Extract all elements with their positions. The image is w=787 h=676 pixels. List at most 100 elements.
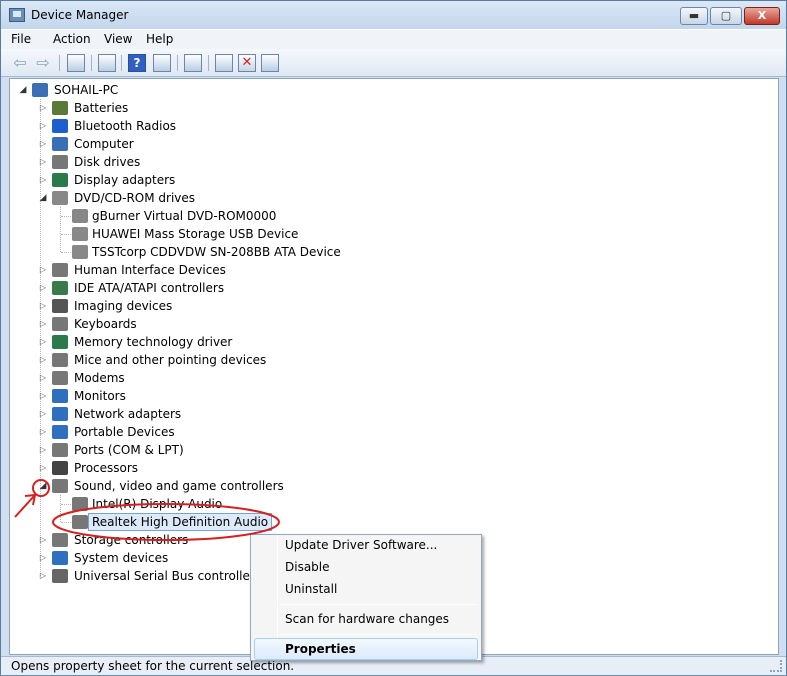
tree-category-label: Ports (COM & LPT) [74, 443, 184, 457]
port-icon [52, 443, 68, 457]
tree-connector [61, 216, 71, 217]
show-hidden-icon[interactable] [153, 54, 171, 72]
expand-toggle-icon[interactable]: ▷ [38, 531, 48, 549]
tree-device[interactable]: gBurner Virtual DVD-ROM0000 [10, 207, 770, 225]
tree-device[interactable]: Intel(R) Display Audio [10, 495, 770, 513]
expand-toggle-icon[interactable]: ▷ [38, 459, 48, 477]
title-bar[interactable]: Device Manager ▬ ▢ X [1, 1, 786, 29]
dvd-drive-icon [72, 209, 88, 223]
tree-category[interactable]: ▷ Computer [10, 135, 770, 153]
tree-category[interactable]: ▷ Mice and other pointing devices [10, 351, 770, 369]
back-arrow-icon[interactable]: ⇦ [11, 54, 29, 72]
tree-root[interactable]: ◢ SOHAIL-PC [10, 81, 770, 99]
expand-toggle-icon[interactable]: ▷ [38, 117, 48, 135]
expand-toggle-icon[interactable]: ▷ [38, 297, 48, 315]
minimize-button[interactable]: ▬ [680, 7, 708, 25]
menu-item-uninstall[interactable]: Uninstall [285, 582, 337, 596]
tree-category-label: Universal Serial Bus controllers [74, 569, 262, 583]
expand-toggle-icon[interactable]: ▷ [38, 99, 48, 117]
menu-item-scan-hardware[interactable]: Scan for hardware changes [285, 612, 449, 626]
tree-category-label: Memory technology driver [74, 335, 233, 349]
tree-category[interactable]: ▷ Modems [10, 369, 770, 387]
close-button[interactable]: X [744, 7, 780, 25]
expand-toggle-icon[interactable]: ▷ [38, 351, 48, 369]
tree-category[interactable]: ▷ Disk drives [10, 153, 770, 171]
tree-device-selected[interactable]: Realtek High Definition Audio [10, 513, 770, 531]
tree-category-label: Disk drives [74, 155, 141, 169]
tree-category-label: Display adapters [74, 173, 176, 187]
resize-grip[interactable] [770, 660, 782, 672]
menu-bar: File Action View Help [1, 29, 786, 49]
tree-category[interactable]: ▷ Monitors [10, 387, 770, 405]
expand-toggle-icon[interactable]: ▷ [38, 405, 48, 423]
tree-root-label: SOHAIL-PC [54, 83, 119, 97]
tree-category[interactable]: ▷ Batteries [10, 99, 770, 117]
system-device-icon [52, 551, 68, 565]
menu-item-update-driver[interactable]: Update Driver Software... [285, 538, 437, 552]
tree-category[interactable]: ▷ IDE ATA/ATAPI controllers [10, 279, 770, 297]
status-text: Opens property sheet for the current sel… [11, 659, 295, 673]
expand-toggle-icon[interactable]: ▷ [38, 261, 48, 279]
tree-category-label: Bluetooth Radios [74, 119, 177, 133]
maximize-button[interactable]: ▢ [710, 7, 742, 25]
expand-toggle-icon[interactable]: ▷ [38, 279, 48, 297]
menu-item-disable[interactable]: Disable [285, 560, 330, 574]
expand-toggle-icon[interactable]: ▷ [38, 549, 48, 567]
ide-controller-icon [52, 281, 68, 295]
expand-toggle-icon[interactable]: ▷ [38, 441, 48, 459]
tree-category[interactable]: ▷ Portable Devices [10, 423, 770, 441]
tree-device[interactable]: TSSTcorp CDDVDW SN-208BB ATA Device [10, 243, 770, 261]
expand-toggle-icon[interactable]: ▷ [38, 369, 48, 387]
tree-category[interactable]: ▷ Keyboards [10, 315, 770, 333]
tree-category[interactable]: ▷ Ports (COM & LPT) [10, 441, 770, 459]
expand-toggle-icon[interactable]: ▷ [38, 333, 48, 351]
help-icon[interactable]: ? [128, 54, 146, 72]
display-adapter-icon [52, 173, 68, 187]
collapse-toggle-icon[interactable]: ◢ [38, 477, 48, 495]
menu-help[interactable]: Help [146, 32, 173, 46]
tree-category[interactable]: ▷ Memory technology driver [10, 333, 770, 351]
tree-category-label: Processors [74, 461, 139, 475]
tree-category[interactable]: ▷ Bluetooth Radios [10, 117, 770, 135]
menu-action[interactable]: Action [53, 32, 91, 46]
tree-category[interactable]: ▷ Display adapters [10, 171, 770, 189]
menu-view[interactable]: View [104, 32, 132, 46]
show-hide-console-tree-icon[interactable] [67, 54, 85, 72]
tree-category[interactable]: ▷ Imaging devices [10, 297, 770, 315]
tree-category-label: DVD/CD-ROM drives [74, 191, 196, 205]
expand-toggle-icon[interactable]: ▷ [38, 315, 48, 333]
hid-icon [52, 263, 68, 277]
memory-icon [52, 335, 68, 349]
expand-toggle-icon[interactable]: ▷ [38, 153, 48, 171]
tree-category[interactable]: ◢ Sound, video and game controllers [10, 477, 770, 495]
scan-hardware-changes-icon[interactable] [261, 54, 279, 72]
speaker-icon [72, 497, 88, 511]
collapse-toggle-icon[interactable]: ◢ [18, 81, 28, 99]
tree-connector [61, 234, 71, 235]
menu-file[interactable]: File [11, 32, 31, 46]
tree-category[interactable]: ▷ Network adapters [10, 405, 770, 423]
update-driver-icon[interactable] [215, 54, 233, 72]
battery-icon [52, 101, 68, 115]
expand-toggle-icon[interactable]: ▷ [38, 387, 48, 405]
scan-devices-icon[interactable] [184, 54, 202, 72]
tree-category-label: Imaging devices [74, 299, 173, 313]
tree-device[interactable]: HUAWEI Mass Storage USB Device [10, 225, 770, 243]
tree-category[interactable]: ▷ Human Interface Devices [10, 261, 770, 279]
expand-toggle-icon[interactable]: ▷ [38, 135, 48, 153]
expand-toggle-icon[interactable]: ▷ [38, 423, 48, 441]
dvd-drive-icon [72, 245, 88, 259]
storage-controller-icon [52, 533, 68, 547]
expand-toggle-icon[interactable]: ▷ [38, 171, 48, 189]
forward-arrow-icon[interactable]: ⇨ [34, 54, 52, 72]
tree-category-label: IDE ATA/ATAPI controllers [74, 281, 225, 295]
tree-category-label: Keyboards [74, 317, 137, 331]
speaker-icon [52, 479, 68, 493]
collapse-toggle-icon[interactable]: ◢ [38, 189, 48, 207]
properties-icon[interactable] [98, 54, 116, 72]
menu-item-properties[interactable]: Properties [285, 642, 356, 656]
uninstall-icon[interactable]: ✕ [238, 54, 256, 72]
tree-category[interactable]: ▷ Processors [10, 459, 770, 477]
tree-category[interactable]: ◢ DVD/CD-ROM drives [10, 189, 770, 207]
expand-toggle-icon[interactable]: ▷ [38, 567, 48, 585]
